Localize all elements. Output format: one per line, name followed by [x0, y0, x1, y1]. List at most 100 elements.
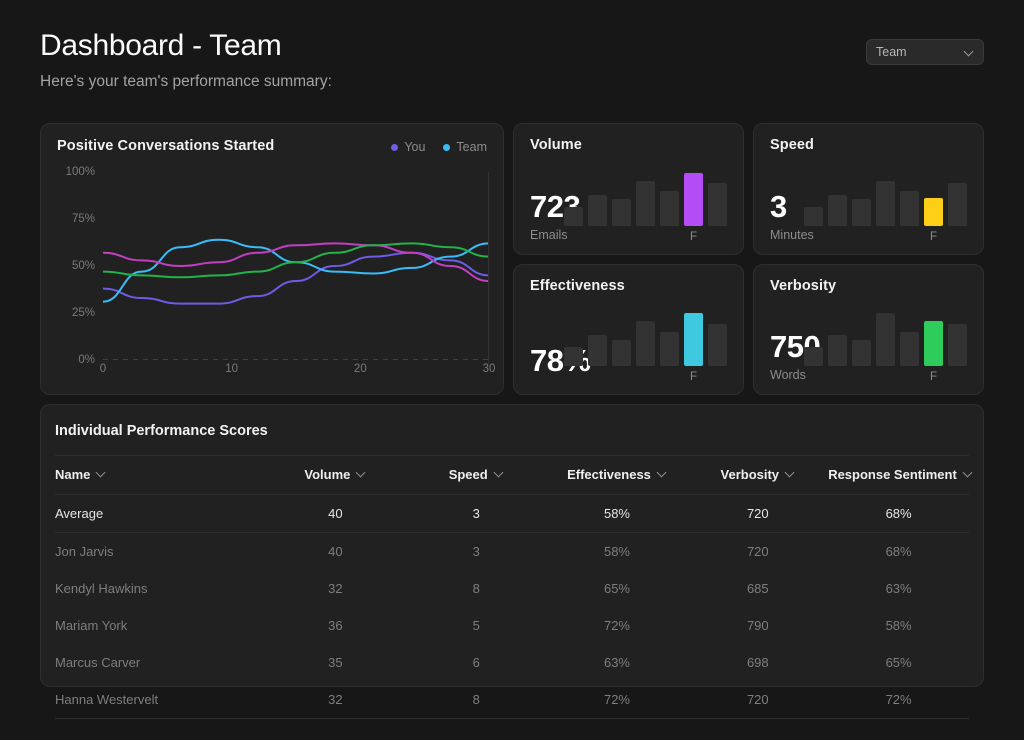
- chevron-down-icon[interactable]: [658, 470, 667, 479]
- x-axis-tick: 30: [482, 363, 496, 375]
- table-row[interactable]: Mariam York 36 5 72% 790 58%: [55, 607, 969, 644]
- cell-verbosity: 698: [746, 655, 769, 670]
- table-row[interactable]: Marcus Carver 35 6 63% 698 65%: [55, 644, 969, 681]
- metric-unit: Emails: [530, 227, 568, 242]
- table-row[interactable]: Jon Jarvis 40 3 58% 720 68%: [55, 533, 969, 571]
- individual-performance-card: Individual Performance Scores Name Volume…: [40, 404, 984, 719]
- line-chart-plot: [103, 172, 489, 360]
- cell-speed: 5: [472, 618, 480, 633]
- table-header-label: Response Sentiment: [828, 467, 957, 482]
- table-header-response-sentiment[interactable]: Response Sentiment: [828, 455, 969, 495]
- cell-speed: 3: [472, 544, 480, 559]
- metric-bar: [636, 321, 655, 366]
- metric-bar: [612, 199, 631, 226]
- metric-bar: [804, 206, 823, 226]
- metric-value: 3: [770, 188, 787, 224]
- metric-bar: [564, 347, 583, 366]
- metric-bar: [948, 323, 967, 366]
- chart-line-team: [103, 238, 489, 303]
- page-title: Dashboard - Team: [40, 29, 282, 62]
- metric-bar: [612, 339, 631, 366]
- metric-bar: [828, 194, 847, 226]
- table-header-inner: Verbosity: [721, 467, 796, 482]
- legend-label-you: You: [404, 140, 426, 154]
- y-axis-tick: 0%: [78, 354, 95, 366]
- metric-bar: [852, 199, 871, 226]
- cell-effectiveness: 65%: [603, 581, 630, 596]
- cell-effectiveness: 72%: [546, 681, 688, 719]
- legend-dot-team: [443, 143, 451, 151]
- cell-effectiveness: 58%: [603, 544, 630, 559]
- page-subtitle: Here's your team's performance summary:: [40, 73, 332, 90]
- cell-verbosity: 790: [746, 618, 769, 633]
- metric-bar: [636, 180, 655, 226]
- metric-bar-label: F: [929, 371, 938, 383]
- table-header-inner: Response Sentiment: [828, 467, 973, 482]
- line-chart: 0% 25% 50% 75% 100% 0 10 20 30: [57, 166, 496, 382]
- metric-bar-label-row: F: [804, 371, 967, 385]
- table-header-label: Name: [55, 467, 91, 482]
- table-header-effectiveness[interactable]: Effectiveness: [546, 455, 688, 495]
- chart-legend: You Team: [391, 140, 487, 154]
- x-axis-tick: 0: [99, 363, 107, 375]
- chevron-down-icon[interactable]: [964, 470, 973, 479]
- table-row[interactable]: Hanna Westervelt 32 8 72% 720 72%: [55, 681, 969, 719]
- metric-bar: [828, 335, 847, 366]
- table-header-label: Speed: [448, 467, 488, 482]
- page-header: Dashboard - Team Here's your team's perf…: [40, 26, 984, 93]
- table-row[interactable]: Kendyl Hawkins 32 8 65% 685 63%: [55, 570, 969, 607]
- dashboard-page: Dashboard - Team Here's your team's perf…: [0, 0, 1024, 740]
- table-header-inner: Speed: [449, 467, 504, 482]
- table-header-label: Effectiveness: [567, 467, 651, 482]
- metric-bar-label: F: [689, 230, 698, 243]
- metric-card-speed: Speed 3 Minutes F: [753, 123, 984, 255]
- table-title: Individual Performance Scores: [55, 423, 268, 439]
- table-header-label: Verbosity: [720, 467, 780, 482]
- metric-title: Speed: [770, 137, 815, 153]
- table-header-name[interactable]: Name: [55, 455, 265, 495]
- performance-table: Name Volume Speed Effectiveness Verbosity Res…: [55, 455, 969, 719]
- team-select-value: Team: [876, 45, 907, 59]
- metric-title: Volume: [530, 137, 582, 153]
- x-axis-labels: 0 10 20 30: [99, 360, 496, 382]
- chevron-down-icon[interactable]: [495, 470, 504, 479]
- metric-bar-highlighted: [924, 197, 943, 226]
- cell-name: Kendyl Hawkins: [55, 581, 148, 596]
- team-select-dropdown[interactable]: Team: [866, 39, 984, 65]
- table-row-average[interactable]: Average 40 3 58% 720 68%: [55, 494, 969, 533]
- metric-bar-label: F: [689, 371, 698, 383]
- legend-item-team[interactable]: Team: [443, 140, 487, 154]
- cell-verbosity: 685: [746, 581, 769, 596]
- metric-bars: [804, 164, 967, 226]
- metric-title: Effectiveness: [530, 277, 625, 294]
- legend-item-you[interactable]: You: [391, 140, 425, 154]
- cell-effectiveness: 58%: [546, 494, 688, 533]
- metrics-column: Volume 723 Emails F Speed 3 Minutes F Ef…: [513, 123, 984, 395]
- metric-bar-highlighted: [924, 321, 943, 366]
- cell-effectiveness: 72%: [603, 618, 630, 633]
- cell-response_sentiment: 58%: [885, 618, 912, 633]
- metric-bar-highlighted: [684, 313, 703, 366]
- chevron-down-icon[interactable]: [97, 470, 106, 479]
- metric-bar-label-row: F: [564, 231, 727, 245]
- cell-response_sentiment: 72%: [828, 681, 969, 719]
- x-axis-tick: 10: [225, 363, 239, 375]
- chart-right-axis: [488, 172, 489, 364]
- metric-bar: [660, 331, 679, 366]
- table-header-verbosity[interactable]: Verbosity: [687, 455, 829, 495]
- chevron-down-icon[interactable]: [786, 470, 795, 479]
- metric-bar: [708, 323, 727, 366]
- y-axis-tick: 25%: [71, 307, 95, 319]
- metric-bar-highlighted: [684, 172, 703, 226]
- cell-volume: 40: [328, 544, 343, 559]
- chevron-down-icon[interactable]: [357, 470, 366, 479]
- metric-bar: [852, 339, 871, 366]
- cell-response_sentiment: 68%: [828, 494, 969, 533]
- cell-volume: 32: [265, 681, 406, 719]
- metric-bar: [564, 206, 583, 226]
- metric-bar-label: F: [929, 230, 938, 243]
- metric-bars: [804, 304, 967, 366]
- cell-effectiveness: 63%: [603, 655, 630, 670]
- table-header-volume[interactable]: Volume: [265, 455, 406, 495]
- table-header-speed[interactable]: Speed: [405, 455, 547, 495]
